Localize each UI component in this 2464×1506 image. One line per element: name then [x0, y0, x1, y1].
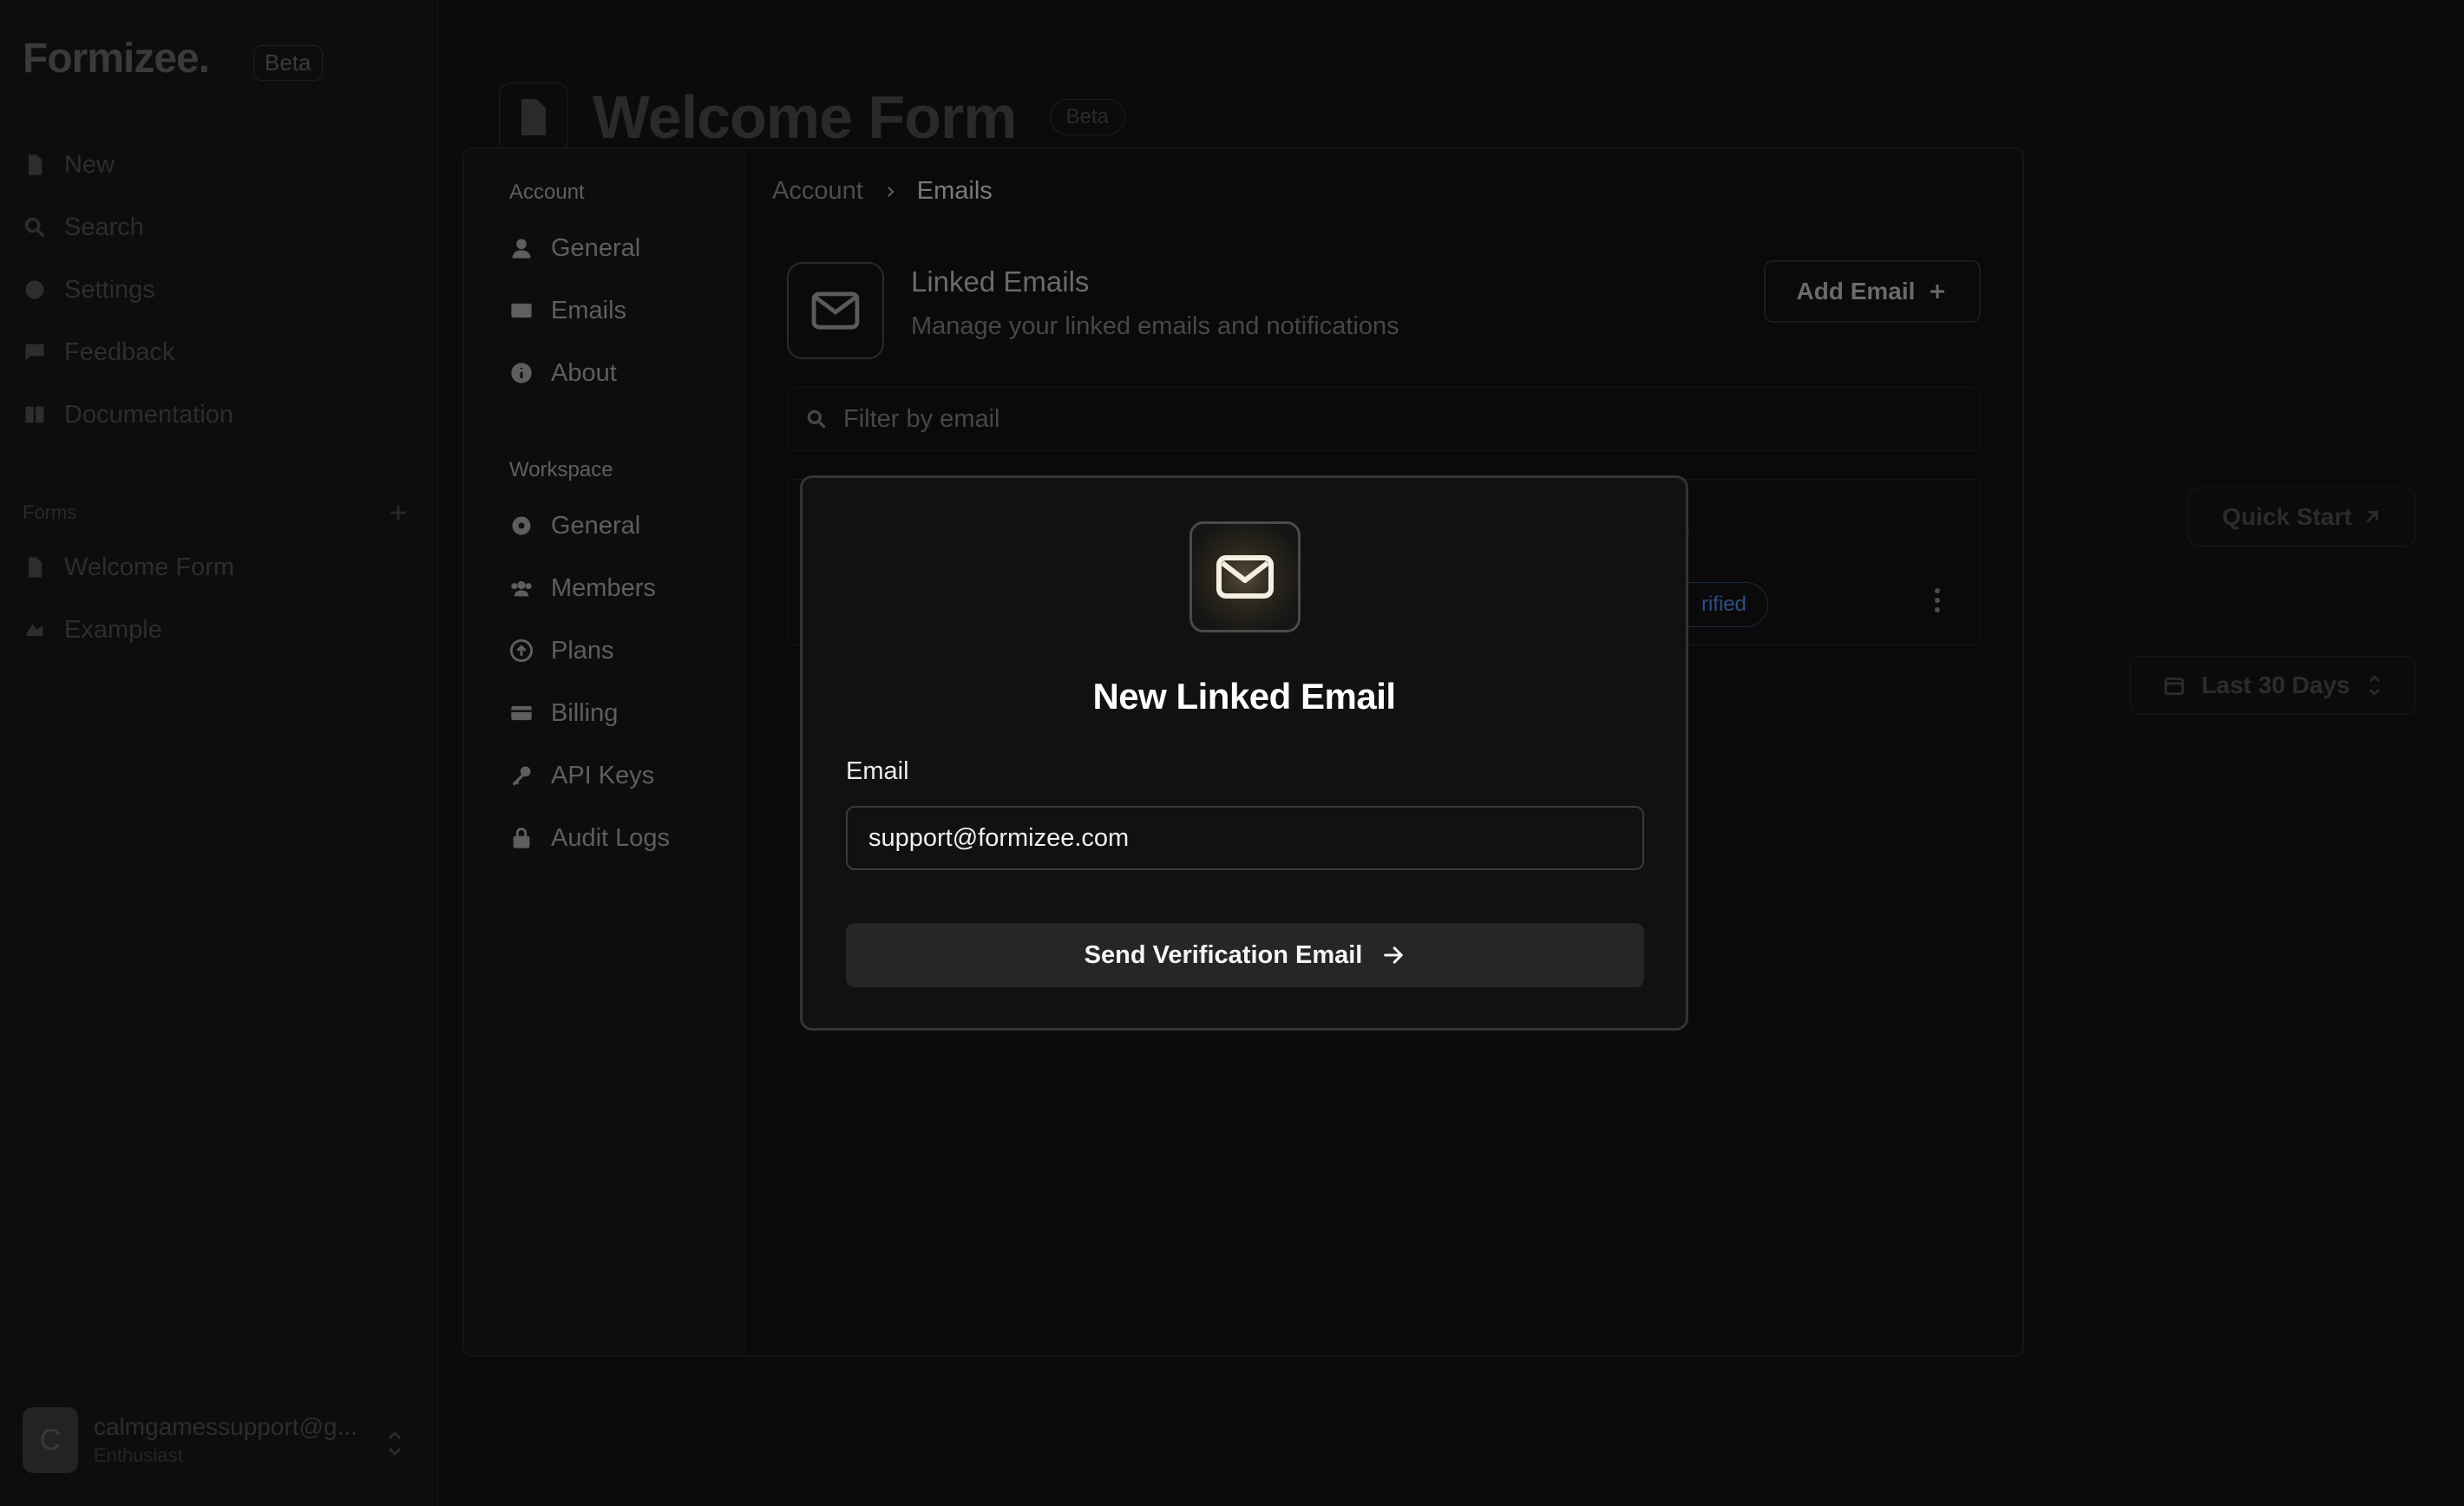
settings-item-label: General: [551, 233, 641, 262]
nav-item-label: Search: [64, 213, 144, 241]
chevron-right-icon: [887, 186, 895, 197]
chevron-updown-icon[interactable]: [384, 1430, 405, 1457]
form-icon: [26, 624, 43, 636]
user-email: calmgamessupport@g...: [94, 1413, 357, 1440]
settings-item-workspace-general[interactable]: General: [509, 507, 640, 545]
file-plus-icon: [29, 154, 43, 175]
settings-item-billing[interactable]: Billing: [509, 694, 618, 732]
breadcrumb: Account Emails: [772, 177, 993, 206]
book-icon: [25, 406, 44, 423]
nav-item-new[interactable]: New: [23, 146, 115, 184]
nav-item-label: Feedback: [64, 337, 175, 366]
key-icon: [512, 766, 531, 786]
linked-emails-title: Linked Emails: [911, 265, 1090, 298]
settings-item-label: Billing: [551, 698, 619, 727]
email-label: Email: [846, 757, 909, 785]
beta-badge: Beta: [253, 45, 323, 81]
credit-card-icon: [511, 705, 532, 721]
add-form-icon[interactable]: [387, 501, 410, 524]
workspace-section-label: Workspace: [509, 458, 613, 481]
more-vertical-icon[interactable]: [1933, 587, 1942, 613]
form-item-welcome[interactable]: Welcome Form: [23, 548, 234, 586]
user-icon: [512, 239, 531, 259]
settings-item-account-general[interactable]: General: [509, 229, 640, 267]
settings-item-emails[interactable]: Emails: [509, 291, 626, 330]
add-email-button[interactable]: Add Email: [1764, 260, 1981, 323]
form-item-label: Welcome Form: [64, 553, 235, 581]
send-verification-label: Send Verification Email: [1084, 940, 1363, 969]
nav-item-label: Settings: [64, 275, 155, 304]
search-icon: [807, 409, 826, 429]
settings-item-plans[interactable]: Plans: [509, 632, 614, 670]
settings-item-label: Audit Logs: [551, 823, 671, 852]
mail-icon: [511, 303, 532, 318]
linked-emails-subtitle: Manage your linked emails and notificati…: [911, 312, 1399, 340]
lock-icon: [513, 828, 530, 848]
calendar-icon: [2165, 678, 2185, 696]
arrow-right-icon: [1384, 946, 1404, 964]
mail-icon: [787, 262, 884, 359]
nav-item-documentation[interactable]: Documentation: [23, 396, 233, 434]
account-section-label: Account: [509, 180, 585, 204]
add-email-label: Add Email: [1796, 278, 1916, 304]
breadcrumb-account[interactable]: Account: [772, 177, 863, 206]
message-icon: [25, 344, 44, 361]
nav-item-label: New: [64, 150, 115, 179]
filter-input[interactable]: Filter by email: [787, 387, 1981, 451]
settings-item-label: About: [551, 358, 617, 387]
form-icon: [29, 557, 43, 578]
users-icon: [511, 580, 532, 597]
user-card[interactable]: C calmgamessupport@g... Enthusiast: [23, 1407, 357, 1473]
settings-item-members[interactable]: Members: [509, 569, 656, 607]
document-icon: [499, 82, 568, 152]
nav-item-feedback[interactable]: Feedback: [23, 333, 174, 371]
email-field[interactable]: [846, 806, 1644, 870]
date-range-select[interactable]: Last 30 Days: [2130, 656, 2416, 715]
mail-icon: [1189, 521, 1301, 632]
page-title: Welcome Form: [593, 83, 1017, 151]
arrow-up-right-icon: [2366, 511, 2378, 523]
form-item-example[interactable]: Example: [23, 611, 162, 649]
settings-item-about[interactable]: About: [509, 354, 617, 392]
search-icon: [24, 217, 45, 238]
settings-item-label: General: [551, 511, 641, 540]
settings-item-label: Members: [551, 573, 656, 602]
settings-item-label: Plans: [551, 636, 614, 665]
plus-icon: [1930, 285, 1945, 298]
filter-placeholder: Filter by email: [843, 404, 1000, 433]
settings-item-audit-logs[interactable]: Audit Logs: [509, 819, 670, 857]
form-item-label: Example: [64, 615, 162, 644]
user-plan: Enthusiast: [94, 1444, 183, 1466]
dialog-title: New Linked Email: [1092, 676, 1396, 717]
avatar: C: [23, 1407, 78, 1473]
page-tag: Beta: [1049, 99, 1125, 135]
date-range-label: Last 30 Days: [2201, 671, 2350, 698]
app-sidebar: Formizee. Beta New Search Settings Feedb…: [0, 0, 438, 1506]
nav-item-search[interactable]: Search: [23, 208, 144, 246]
forms-section-label: Forms: [23, 501, 77, 523]
page-header: Welcome Form Beta: [499, 82, 1125, 152]
quick-start-button[interactable]: Quick Start: [2188, 488, 2415, 547]
settings-item-label: Emails: [551, 296, 627, 324]
gear-icon: [512, 516, 531, 535]
new-linked-email-dialog: New Linked Email Email Send Verification…: [800, 475, 1688, 1031]
chevron-updown-icon: [2369, 675, 2380, 696]
gear-icon: [25, 280, 44, 299]
settings-item-api-keys[interactable]: API Keys: [509, 756, 654, 795]
info-icon: [511, 363, 532, 383]
app-logo: Formizee.: [23, 36, 210, 82]
upgrade-icon: [509, 638, 534, 663]
send-verification-button[interactable]: Send Verification Email: [846, 923, 1644, 987]
settings-nav: Account General Emails About Workspace G…: [464, 149, 746, 1355]
nav-item-settings[interactable]: Settings: [23, 271, 155, 309]
quick-start-label: Quick Start: [2222, 503, 2352, 530]
settings-item-label: API Keys: [551, 761, 655, 789]
breadcrumb-emails: Emails: [916, 177, 993, 205]
nav-item-label: Documentation: [64, 400, 234, 429]
